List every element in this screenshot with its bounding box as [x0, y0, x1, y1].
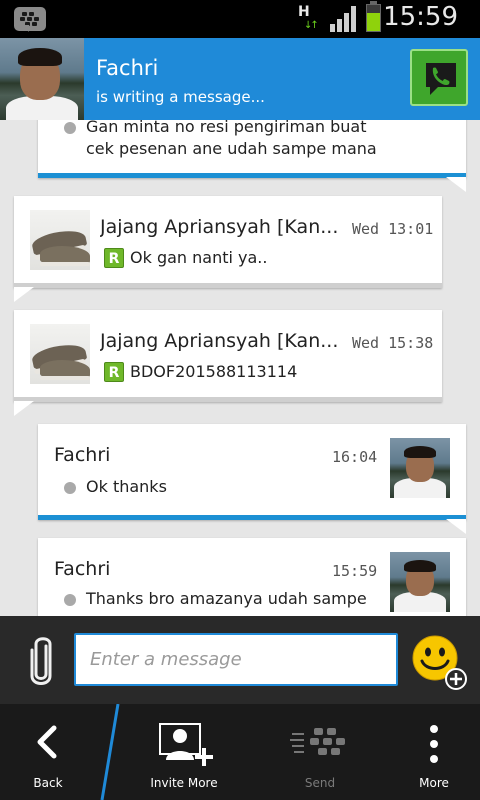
message-time: 16:04: [332, 448, 378, 466]
message-text: Ok thanks: [86, 477, 167, 496]
message-bubble-received[interactable]: Jajang Apriansyah [Kan... Wed 13:01 R Ok…: [14, 196, 442, 302]
bottom-action-bar: Back Invite More Send More: [0, 704, 480, 800]
delivered-status-icon: [64, 482, 76, 494]
message-text: BDOF201588113114: [130, 362, 298, 381]
sender-name: Fachri: [54, 444, 111, 466]
send-button[interactable]: Send: [270, 704, 370, 800]
chat-header: Fachri is writing a message...: [0, 38, 480, 120]
message-text: cek pesenan ane udah sampe mana: [86, 139, 377, 158]
emoticon-button[interactable]: [412, 635, 467, 690]
back-label: Back: [33, 776, 63, 790]
battery-icon: [366, 1, 381, 32]
message-time: 15:59: [332, 562, 378, 580]
more-button[interactable]: More: [392, 704, 476, 800]
bbm-send-icon: [290, 728, 345, 755]
read-receipt-badge: R: [104, 362, 124, 382]
nav-divider: [100, 704, 120, 800]
vertical-dots-icon: [430, 725, 438, 763]
sender-avatar: [390, 438, 450, 498]
more-label: More: [419, 776, 449, 790]
network-type: H: [298, 4, 310, 20]
back-button[interactable]: Back: [0, 704, 96, 800]
sender-name: Fachri: [54, 558, 111, 580]
smiley-plus-icon: [412, 635, 467, 690]
message-bubble-sent[interactable]: Gan minta no resi pengiriman buat cek pe…: [38, 120, 466, 192]
voice-call-button[interactable]: [410, 49, 468, 106]
message-bubble-received[interactable]: Jajang Apriansyah [Kan... Wed 15:38 R BD…: [14, 310, 442, 416]
add-contact-icon: [159, 723, 213, 766]
message-time: Wed 13:01: [352, 220, 434, 238]
message-bubble-sent[interactable]: Fachri 16:04 Ok thanks: [38, 424, 466, 534]
bbm-icon: [14, 7, 46, 32]
send-label: Send: [304, 776, 336, 790]
message-input[interactable]: [74, 633, 398, 686]
message-bubble-sent[interactable]: Fachri 15:59 Thanks bro amazanya udah sa…: [38, 538, 466, 616]
message-text: Gan minta no resi pengiriman buat: [86, 120, 367, 136]
read-receipt-badge: R: [104, 248, 124, 268]
chevron-left-icon: [37, 725, 57, 759]
conversation-list[interactable]: Gan minta no resi pengiriman buat cek pe…: [0, 120, 480, 616]
message-text: Thanks bro amazanya udah sampe: [86, 589, 367, 608]
message-time: Wed 15:38: [352, 334, 434, 352]
invite-more-button[interactable]: Invite More: [134, 704, 234, 800]
message-text: Ok gan nanti ya..: [130, 248, 268, 267]
delivered-status-icon: [64, 122, 76, 134]
sender-name: Jajang Apriansyah [Kan...: [100, 330, 339, 352]
contact-typing-status: is writing a message...: [96, 88, 265, 106]
signal-icon: [330, 6, 358, 32]
contact-name: Fachri: [96, 56, 159, 80]
contact-avatar[interactable]: [0, 38, 84, 120]
status-bar: H ↓↑ 15:59: [0, 0, 480, 38]
sender-name: Jajang Apriansyah [Kan...: [100, 216, 339, 238]
sender-avatar: [30, 210, 90, 270]
sender-avatar: [30, 324, 90, 384]
data-activity-icon: ↓↑: [304, 20, 319, 31]
delivered-status-icon: [64, 594, 76, 606]
invite-more-label: Invite More: [150, 776, 218, 790]
attach-button[interactable]: [26, 636, 56, 692]
message-composer: [0, 616, 480, 704]
status-time: 15:59: [383, 2, 458, 32]
paperclip-icon: [30, 637, 52, 685]
phone-icon: [426, 63, 456, 95]
sender-avatar: [390, 552, 450, 612]
